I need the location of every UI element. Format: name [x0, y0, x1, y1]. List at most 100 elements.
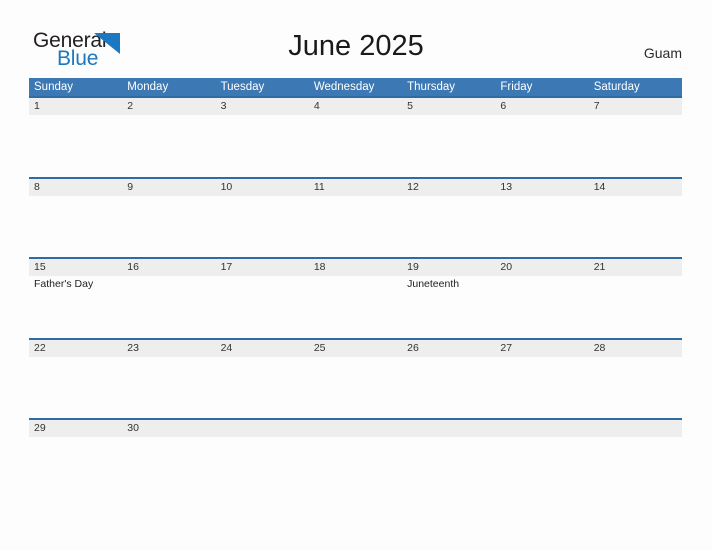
day-number[interactable]: 24	[216, 340, 309, 357]
day-number-empty	[495, 420, 588, 437]
day-cell[interactable]	[29, 437, 122, 498]
day-number[interactable]: 11	[309, 179, 402, 196]
day-number[interactable]: 29	[29, 420, 122, 437]
day-number[interactable]: 17	[216, 259, 309, 276]
day-cell-empty	[309, 437, 402, 498]
week-event-area	[29, 357, 682, 418]
weekday-header-sunday: Sunday	[34, 81, 74, 93]
day-number-empty	[589, 420, 682, 437]
day-cell[interactable]	[216, 196, 309, 257]
day-cell[interactable]	[122, 115, 215, 176]
week-event-area	[29, 437, 682, 498]
day-cell[interactable]	[495, 196, 588, 257]
day-cell[interactable]: Father's Day	[29, 276, 122, 337]
day-number[interactable]: 6	[495, 98, 588, 115]
day-cell[interactable]	[216, 115, 309, 176]
week-date-band: 8 9 10 11 12 13 14	[29, 178, 682, 196]
day-cell[interactable]	[29, 196, 122, 257]
day-number[interactable]: 21	[589, 259, 682, 276]
day-cell-empty	[216, 437, 309, 498]
weekday-header-friday: Friday	[500, 81, 533, 93]
day-number[interactable]: 9	[122, 179, 215, 196]
day-cell[interactable]	[122, 437, 215, 498]
week-date-band: 1 2 3 4 5 6 7	[29, 98, 682, 115]
day-number-empty	[402, 420, 495, 437]
day-cell-empty	[589, 437, 682, 498]
day-number[interactable]: 14	[589, 179, 682, 196]
day-number[interactable]: 18	[309, 259, 402, 276]
day-cell[interactable]	[122, 276, 215, 337]
day-cell[interactable]	[216, 276, 309, 337]
day-cell[interactable]	[122, 196, 215, 257]
event-label: Juneteenth	[407, 278, 460, 290]
day-cell[interactable]	[309, 276, 402, 337]
day-cell[interactable]	[495, 276, 588, 337]
day-number[interactable]: 28	[589, 340, 682, 357]
day-cell[interactable]	[309, 357, 402, 418]
page-header: General Blue June 2025 Guam	[0, 0, 712, 78]
week-event-area	[29, 115, 682, 176]
day-cell[interactable]	[589, 276, 682, 337]
day-number-empty	[309, 420, 402, 437]
day-number[interactable]: 16	[122, 259, 215, 276]
event-label: Father's Day	[34, 278, 94, 290]
day-cell[interactable]	[589, 357, 682, 418]
day-number[interactable]: 10	[216, 179, 309, 196]
page-title: June 2025	[288, 30, 424, 62]
week-event-area: Father's Day Juneteenth	[29, 276, 682, 337]
day-cell[interactable]	[589, 115, 682, 176]
day-number[interactable]: 5	[402, 98, 495, 115]
calendar-grid: Sunday Monday Tuesday Wednesday Thursday…	[29, 78, 682, 499]
day-number[interactable]: 19	[402, 259, 495, 276]
day-cell[interactable]	[402, 115, 495, 176]
day-cell[interactable]	[216, 357, 309, 418]
week-date-band: 15 16 17 18 19 20 21	[29, 259, 682, 276]
day-cell[interactable]: Juneteenth	[402, 276, 495, 337]
location-label: Guam	[643, 45, 682, 61]
day-number[interactable]: 12	[402, 179, 495, 196]
day-cell[interactable]	[589, 196, 682, 257]
day-cell[interactable]	[122, 357, 215, 418]
day-number[interactable]: 7	[589, 98, 682, 115]
day-number[interactable]: 25	[309, 340, 402, 357]
weekday-header-row: Sunday Monday Tuesday Wednesday Thursday…	[29, 78, 682, 96]
day-number[interactable]: 13	[495, 179, 588, 196]
day-number[interactable]: 23	[122, 340, 215, 357]
day-number[interactable]: 1	[29, 98, 122, 115]
day-cell-empty	[402, 437, 495, 498]
calendar-week-row: 15 16 17 18 19 20 21 Father's Day Junete…	[29, 257, 682, 338]
day-cell[interactable]	[402, 357, 495, 418]
day-number[interactable]: 3	[216, 98, 309, 115]
weekday-header-wednesday: Wednesday	[313, 81, 375, 93]
day-cell[interactable]	[309, 115, 402, 176]
weekday-header-saturday: Saturday	[593, 81, 640, 93]
day-number[interactable]: 30	[122, 420, 215, 437]
weekday-header-monday: Monday	[127, 81, 169, 93]
week-date-band: 22 23 24 25 26 27 28	[29, 339, 682, 357]
day-number[interactable]: 4	[309, 98, 402, 115]
day-number[interactable]: 22	[29, 340, 122, 357]
day-cell[interactable]	[29, 115, 122, 176]
week-date-band: 29 30	[29, 420, 682, 437]
day-cell-empty	[495, 437, 588, 498]
day-cell[interactable]	[29, 357, 122, 418]
weekday-header-tuesday: Tuesday	[220, 81, 265, 93]
day-cell[interactable]	[495, 357, 588, 418]
day-number[interactable]: 27	[495, 340, 588, 357]
day-cell[interactable]	[309, 196, 402, 257]
calendar-page: General Blue June 2025 Guam Sunday Monda…	[0, 0, 712, 550]
day-number[interactable]: 15	[29, 259, 122, 276]
day-cell[interactable]	[495, 115, 588, 176]
day-number[interactable]: 8	[29, 179, 122, 196]
day-number-empty	[216, 420, 309, 437]
day-number[interactable]: 20	[495, 259, 588, 276]
calendar-week-row: 1 2 3 4 5 6 7	[29, 96, 682, 177]
day-number[interactable]: 26	[402, 340, 495, 357]
weekday-header-thursday: Thursday	[407, 81, 456, 93]
calendar-week-row: 29 30	[29, 418, 682, 499]
day-cell[interactable]	[402, 196, 495, 257]
calendar-week-row: 8 9 10 11 12 13 14	[29, 176, 682, 258]
calendar-week-row: 22 23 24 25 26 27 28	[29, 337, 682, 419]
day-number[interactable]: 2	[122, 98, 215, 115]
week-event-area	[29, 196, 682, 257]
